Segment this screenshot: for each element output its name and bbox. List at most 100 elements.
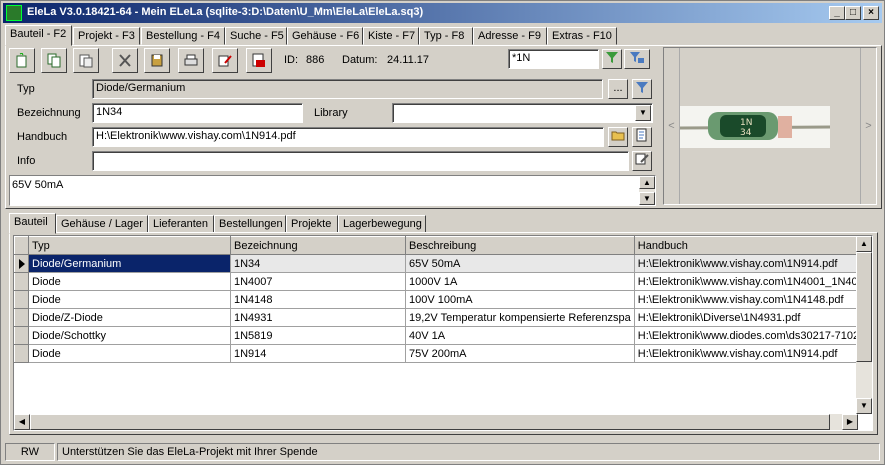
filter-button[interactable]	[602, 49, 622, 69]
cell-bezeichnung[interactable]: 1N4148	[230, 290, 406, 309]
vertical-scroll-thumb[interactable]	[856, 252, 872, 362]
tab-detail-projekte[interactable]: Projekte	[286, 215, 338, 233]
filter-clear-button[interactable]	[624, 49, 650, 69]
tab-extras[interactable]: Extras - F10	[547, 27, 617, 45]
grid-vertical-scrollbar[interactable]: ▲ ▼	[856, 236, 872, 414]
tab-projekt[interactable]: Projekt - F3	[73, 27, 140, 45]
handbuch-view-button[interactable]	[632, 127, 652, 147]
column-header-bezeichnung[interactable]: Bezeichnung	[230, 236, 406, 255]
cell-typ[interactable]: Diode/Germanium	[28, 254, 231, 273]
tab-bestellung[interactable]: Bestellung - F4	[141, 27, 225, 45]
table-row[interactable]: Diode/Schottky 1N5819 40V 1A H:\Elektron…	[14, 326, 870, 345]
typ-browse-button[interactable]: ...	[608, 79, 628, 99]
paste-button[interactable]	[73, 48, 99, 73]
copy-button[interactable]	[41, 48, 67, 73]
tab-typ[interactable]: Typ - F8	[419, 27, 473, 45]
tab-detail-lagerbewegung[interactable]: Lagerbewegung	[338, 215, 426, 233]
cell-beschreibung[interactable]: 19,2V Temperatur kompensierte Referenzsp…	[405, 308, 635, 327]
chevron-down-icon[interactable]: ▼	[635, 105, 651, 121]
tab-kiste[interactable]: Kiste - F7	[363, 27, 419, 45]
new-document-icon	[16, 53, 27, 68]
parts-grid: Typ Bezeichnung Beschreibung Handbuch Di…	[13, 235, 873, 431]
description-memo[interactable]: 65V 50mA ▲ ▼	[9, 175, 656, 206]
component-photo: 1N 34	[680, 106, 830, 148]
export-button[interactable]	[246, 48, 272, 73]
tab-detail-bauteil[interactable]: Bauteil	[9, 213, 56, 234]
info-edit-button[interactable]	[632, 151, 652, 171]
app-icon	[6, 5, 22, 21]
cell-beschreibung[interactable]: 40V 1A	[405, 326, 635, 345]
bezeichnung-input[interactable]: 1N34	[92, 103, 303, 123]
scroll-up-icon[interactable]: ▲	[639, 176, 655, 189]
info-input[interactable]	[92, 151, 629, 171]
memo-scrollbar[interactable]: ▲ ▼	[639, 176, 655, 205]
cell-beschreibung[interactable]: 65V 50mA	[405, 254, 635, 273]
cell-beschreibung[interactable]: 100V 100mA	[405, 290, 635, 309]
filter-input[interactable]: *1N	[508, 49, 599, 69]
cell-bezeichnung[interactable]: 1N914	[230, 344, 406, 363]
typ-filter-button[interactable]	[632, 79, 652, 99]
handbuch-input[interactable]: H:\Elektronik\www.vishay.com\1N914.pdf	[92, 127, 604, 147]
table-row[interactable]: Diode 1N4148 100V 100mA H:\Elektronik\ww…	[14, 290, 870, 309]
cell-handbuch[interactable]: H:\Elektronik\www.diodes.com\ds30217-710…	[634, 326, 870, 345]
scroll-left-icon[interactable]: ◀	[14, 414, 30, 430]
parts-table: Typ Bezeichnung Beschreibung Handbuch Di…	[14, 236, 870, 363]
row-indicator	[14, 290, 29, 309]
save-button[interactable]	[144, 48, 170, 73]
copy-icon	[47, 53, 61, 68]
tab-detail-gehaeuse-lager[interactable]: Gehäuse / Lager	[56, 215, 148, 233]
handbuch-open-button[interactable]	[608, 127, 628, 147]
scroll-down-icon[interactable]: ▼	[856, 398, 872, 414]
cell-handbuch[interactable]: H:\Elektronik\www.vishay.com\1N4148.pdf	[634, 290, 870, 309]
tab-label: Projekt - F3	[78, 30, 135, 42]
table-row[interactable]: Diode 1N914 75V 200mA H:\Elektronik\www.…	[14, 344, 870, 363]
cell-handbuch[interactable]: H:\Elektronik\www.vishay.com\1N4001_1N40…	[634, 272, 870, 291]
cell-typ[interactable]: Diode/Schottky	[28, 326, 231, 345]
tab-suche[interactable]: Suche - F5	[225, 27, 287, 45]
table-row[interactable]: Diode 1N4007 1000V 1A H:\Elektronik\www.…	[14, 272, 870, 291]
column-header-beschreibung[interactable]: Beschreibung	[405, 236, 635, 255]
cell-beschreibung[interactable]: 75V 200mA	[405, 344, 635, 363]
maximize-button[interactable]: □	[845, 6, 861, 20]
status-bar: RW Unterstützen Sie das EleLa-Projekt mi…	[3, 442, 882, 462]
tab-gehaeuse[interactable]: Gehäuse - F6	[287, 27, 363, 45]
minimize-button[interactable]: _	[829, 6, 845, 20]
cell-handbuch[interactable]: H:\Elektronik\www.vishay.com\1N914.pdf	[634, 254, 870, 273]
column-header-handbuch[interactable]: Handbuch	[633, 236, 870, 255]
image-next-button[interactable]: >	[860, 48, 876, 204]
delete-button[interactable]	[112, 48, 138, 73]
cell-beschreibung[interactable]: 1000V 1A	[405, 272, 635, 291]
horizontal-scroll-thumb[interactable]	[30, 414, 830, 430]
next-arrow-icon: >	[865, 120, 872, 132]
print-button[interactable]	[178, 48, 204, 73]
cell-handbuch[interactable]: H:\Elektronik\www.vishay.com\1N914.pdf	[634, 344, 870, 363]
cell-typ[interactable]: Diode/Z-Diode	[28, 308, 231, 327]
new-button[interactable]	[9, 48, 35, 73]
scroll-right-icon[interactable]: ▶	[842, 414, 858, 430]
cell-typ[interactable]: Diode	[28, 272, 231, 291]
cell-typ[interactable]: Diode	[28, 344, 231, 363]
tab-detail-bestellungen[interactable]: Bestellungen	[214, 215, 286, 233]
table-row[interactable]: Diode/Germanium 1N34 65V 50mA H:\Elektro…	[14, 254, 870, 273]
cell-bezeichnung[interactable]: 1N34	[230, 254, 406, 273]
cell-bezeichnung[interactable]: 1N4931	[230, 308, 406, 327]
status-message[interactable]: Unterstützen Sie das EleLa-Projekt mit I…	[57, 443, 880, 461]
cell-bezeichnung[interactable]: 1N4007	[230, 272, 406, 291]
title-bar[interactable]: EleLa V3.0.18421-64 - Mein ELeLa (sqlite…	[3, 3, 882, 23]
scroll-down-icon[interactable]: ▼	[639, 192, 655, 205]
edit-button[interactable]	[212, 48, 238, 73]
library-select[interactable]: ▼	[392, 103, 653, 123]
image-prev-button[interactable]: <	[664, 48, 680, 204]
grid-horizontal-scrollbar[interactable]: ◀ ▶	[14, 414, 858, 430]
tab-detail-lieferanten[interactable]: Lieferanten	[148, 215, 214, 233]
cell-typ[interactable]: Diode	[28, 290, 231, 309]
column-header-typ[interactable]: Typ	[28, 236, 231, 255]
tab-adresse[interactable]: Adresse - F9	[473, 27, 547, 45]
scroll-up-icon[interactable]: ▲	[856, 236, 872, 252]
cell-bezeichnung[interactable]: 1N5819	[230, 326, 406, 345]
cell-handbuch[interactable]: H:\Elektronik\Diverse\1N4931.pdf	[634, 308, 870, 327]
table-row[interactable]: Diode/Z-Diode 1N4931 19,2V Temperatur ko…	[14, 308, 870, 327]
close-button[interactable]: ×	[863, 6, 879, 20]
tab-bauteil[interactable]: Bauteil - F2	[5, 25, 72, 46]
tab-label: Bauteil	[14, 216, 48, 228]
